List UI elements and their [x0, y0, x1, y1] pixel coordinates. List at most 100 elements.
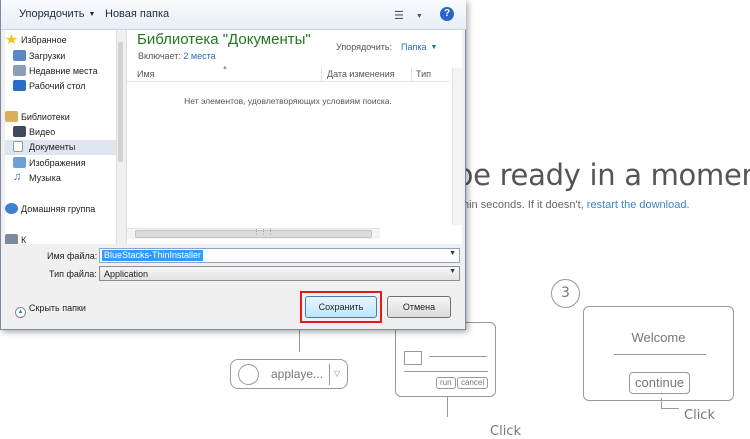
view-options-icon[interactable]: ☰ ▼	[394, 9, 423, 22]
cancel-illustration-button: cancel	[457, 377, 489, 389]
arrange-by-label: Упорядочить:	[336, 42, 393, 52]
nav-label: Изображения	[29, 158, 86, 168]
chevron-down-icon[interactable]: ▼	[449, 250, 456, 257]
connector-line	[661, 408, 679, 409]
filename-input[interactable]: BlueStacks-ThinInstaller ▼	[99, 248, 460, 263]
hide-folders-toggle[interactable]: ▲ Скрыть папки	[15, 303, 86, 318]
connector-line	[447, 397, 448, 417]
library-includes: Включает: 2 места	[138, 51, 216, 61]
includes-locations-link[interactable]: 2 места	[183, 51, 215, 61]
save-button-highlight	[300, 291, 382, 323]
continue-illustration-button: continue	[629, 372, 691, 394]
help-icon[interactable]: ?	[440, 7, 454, 21]
empty-list-message: Нет элементов, удовлетворяющих условиям …	[184, 96, 392, 106]
restart-download-link[interactable]: restart the download.	[587, 199, 690, 211]
nav-label: К	[21, 235, 27, 244]
chevron-down-icon: ▼	[449, 268, 456, 275]
nav-item-computer[interactable]: К	[5, 233, 117, 244]
nav-label: Избранное	[21, 35, 67, 45]
page-headline: be ready in a moment!	[455, 158, 750, 192]
column-name[interactable]: Имя	[137, 69, 155, 79]
run-illustration-button: run	[436, 377, 456, 389]
nav-item-music[interactable]: ♫ Музыка	[5, 171, 117, 186]
desktop-icon	[13, 80, 26, 91]
chevron-up-icon: ▲	[15, 307, 26, 318]
nav-item-libraries[interactable]: Библиотеки	[5, 110, 117, 125]
chevron-down-icon: ▽	[334, 369, 341, 378]
file-list-pane: Библиотека "Документы" Включает: 2 места…	[126, 30, 462, 244]
library-title: Библиотека "Документы"	[137, 31, 311, 48]
nav-label: Домашняя группа	[21, 204, 96, 214]
nav-item-homegroup[interactable]: Домашняя группа	[5, 202, 117, 217]
save-dialog: Упорядочить ▼ Новая папка ☰ ▼ ? Избранное …	[0, 0, 466, 330]
computer-icon	[5, 234, 18, 244]
nav-item-desktop[interactable]: Рабочий стол	[5, 79, 117, 94]
welcome-underline	[614, 354, 706, 355]
documents-icon	[13, 141, 23, 152]
filetype-select[interactable]: Application ▼	[99, 266, 460, 281]
window-icon	[404, 351, 422, 365]
connector-line	[299, 330, 300, 352]
images-icon	[13, 157, 26, 168]
dialog-toolbar: Упорядочить ▼ Новая папка ☰ ▼ ?	[1, 0, 466, 30]
filename-value: BlueStacks-ThinInstaller	[102, 250, 204, 261]
nav-item-video[interactable]: Видео	[5, 125, 117, 140]
click-caption-right: Click	[684, 408, 715, 423]
nav-scrollbar[interactable]	[116, 30, 123, 244]
nav-item-favorites[interactable]: Избранное	[5, 33, 117, 48]
nav-label: Видео	[29, 127, 56, 137]
hide-folders-label: Скрыть папки	[29, 303, 86, 313]
filetype-value: Application	[104, 269, 149, 279]
column-divider[interactable]	[411, 68, 412, 82]
nav-label: Музыка	[29, 173, 61, 183]
music-icon: ♫	[13, 171, 22, 183]
organize-label: Упорядочить	[19, 8, 85, 20]
welcome-text: Welcome	[631, 330, 686, 345]
scrollbar-thumb[interactable]	[118, 42, 123, 162]
chevron-down-icon: ▼	[415, 13, 423, 20]
star-icon	[5, 34, 18, 45]
nav-item-recent[interactable]: Недавние места	[5, 64, 117, 79]
filename-label: Имя файла:	[47, 251, 98, 261]
recent-places-icon	[13, 65, 26, 76]
app-player-illustration: applaye... ▽	[230, 359, 348, 389]
scrollbar-grip-icon: ⋮⋮⋮	[253, 229, 274, 236]
libraries-icon	[5, 111, 18, 122]
nav-label: Загрузки	[29, 51, 66, 61]
nav-item-downloads[interactable]: Загрузки	[5, 49, 117, 64]
text-line	[429, 356, 487, 357]
new-folder-button[interactable]: Новая папка	[105, 8, 169, 20]
nav-label: Документы	[29, 142, 76, 152]
column-date-modified[interactable]: Дата изменения	[327, 69, 395, 79]
arrange-by-dropdown[interactable]: Папка ▼	[401, 42, 437, 52]
run-dialog-illustration: run cancel	[395, 322, 496, 397]
connector-line	[661, 398, 662, 408]
homegroup-icon	[5, 203, 18, 214]
nav-label: Рабочий стол	[29, 81, 86, 91]
navigation-pane: Избранное Загрузки Недавние места Рабочи…	[5, 30, 123, 244]
sort-ascending-icon: ▲	[222, 65, 228, 71]
subtext-body: hin seconds. If it doesn't,	[463, 199, 584, 211]
cancel-button[interactable]: Отмена	[387, 296, 451, 318]
downloads-icon	[13, 50, 26, 61]
nav-label: Библиотеки	[21, 112, 70, 122]
column-type[interactable]: Тип	[416, 69, 431, 79]
arrange-by-value: Папка	[401, 42, 427, 52]
text-line	[404, 371, 488, 372]
pill-text: applaye...	[271, 367, 324, 381]
page-subtext: hin seconds. If it doesn't, restart the …	[463, 199, 690, 211]
file-list-horizontal-scrollbar[interactable]: ⋮⋮⋮	[127, 228, 380, 239]
column-divider[interactable]	[321, 68, 322, 82]
file-list-vertical-scrollbar[interactable]	[452, 68, 462, 225]
nav-item-images[interactable]: Изображения	[5, 156, 117, 171]
chevron-down-icon: ▼	[88, 11, 96, 18]
includes-label: Включает:	[138, 51, 181, 61]
nav-item-documents[interactable]: Документы	[5, 140, 117, 155]
video-icon	[13, 126, 26, 137]
chevron-down-icon: ▼	[430, 44, 438, 51]
pill-divider	[329, 364, 330, 385]
welcome-illustration: Welcome continue	[583, 306, 734, 401]
organize-menu[interactable]: Упорядочить ▼	[19, 8, 95, 20]
circle-icon	[238, 364, 259, 385]
step-number-badge: 3	[551, 279, 580, 308]
